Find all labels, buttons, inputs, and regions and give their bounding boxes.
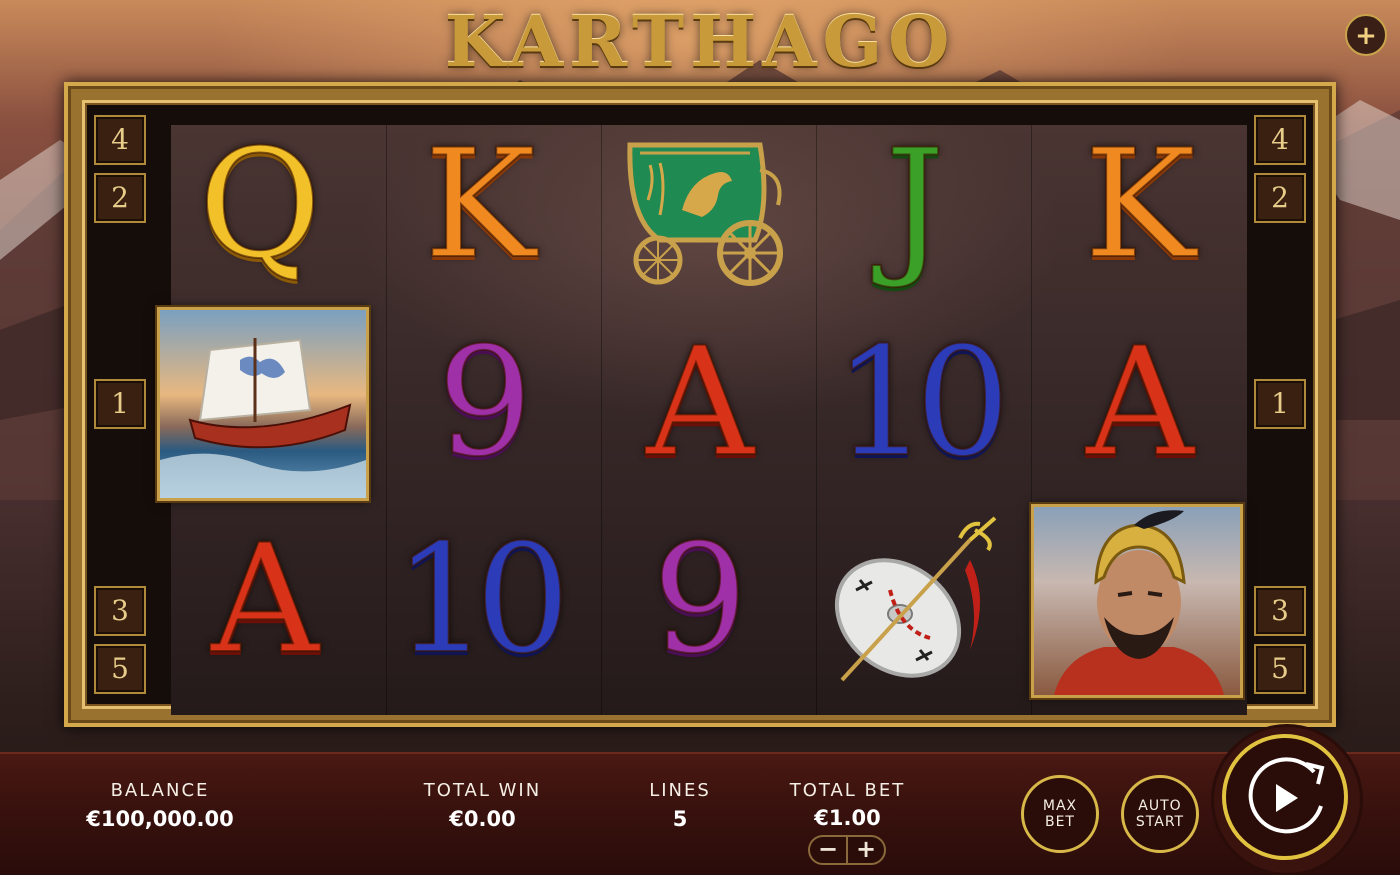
total-bet-label: TOTAL BET [789,780,906,801]
payline-indicator-left[interactable]: 1 [94,379,146,429]
spin-button[interactable] [1222,734,1348,860]
payline-indicator-right[interactable]: 2 [1254,173,1306,223]
symbol-a: A [645,316,755,490]
payline-indicator-left[interactable]: 5 [94,644,146,694]
chariot-icon [627,142,783,286]
symbol-9: 9 [436,316,533,490]
symbol-k: K [423,118,537,292]
balance-label: BALANCE [110,780,210,801]
symbol-k: K [1083,118,1197,292]
symbol-10: 10 [833,316,1012,490]
symbol-9: 9 [651,513,748,687]
bet-increase-button[interactable]: + [848,837,884,863]
spin-icon [1248,757,1325,834]
symbol-a: A [210,513,320,687]
symbol-q: Q [198,118,323,292]
symbol-a: A [1085,316,1195,490]
total-win-label: TOTAL WIN [423,780,542,801]
bet-stepper: − + [808,835,886,865]
max-bet-button[interactable]: MAX BET [1021,775,1099,853]
payline-indicator-right[interactable]: 4 [1254,115,1306,165]
payline-indicator-left[interactable]: 4 [94,115,146,165]
total-win-value: €0.00 [449,807,516,831]
game-logo: KARTHAGO [444,0,956,83]
reel-separator [601,125,602,715]
payline-indicator-left[interactable]: 3 [94,586,146,636]
lines-label: LINES [649,780,711,801]
symbol-j: J [884,118,946,292]
symbol-10: 10 [393,513,572,687]
payline-indicator-right[interactable]: 3 [1254,586,1306,636]
ship-icon [157,307,369,501]
lines-value: 5 [672,807,688,831]
shield-icon [834,516,997,682]
payline-indicator-left[interactable]: 2 [94,173,146,223]
total-bet-value: €1.00 [814,806,881,830]
balance-value: €100,000.00 [86,807,234,831]
payline-indicator-right[interactable]: 1 [1254,379,1306,429]
warrior-icon [1031,504,1243,698]
plus-icon[interactable]: + [1345,14,1387,56]
payline-indicator-right[interactable]: 5 [1254,644,1306,694]
auto-start-button[interactable]: AUTO START [1121,775,1199,853]
bet-decrease-button[interactable]: − [810,837,846,863]
